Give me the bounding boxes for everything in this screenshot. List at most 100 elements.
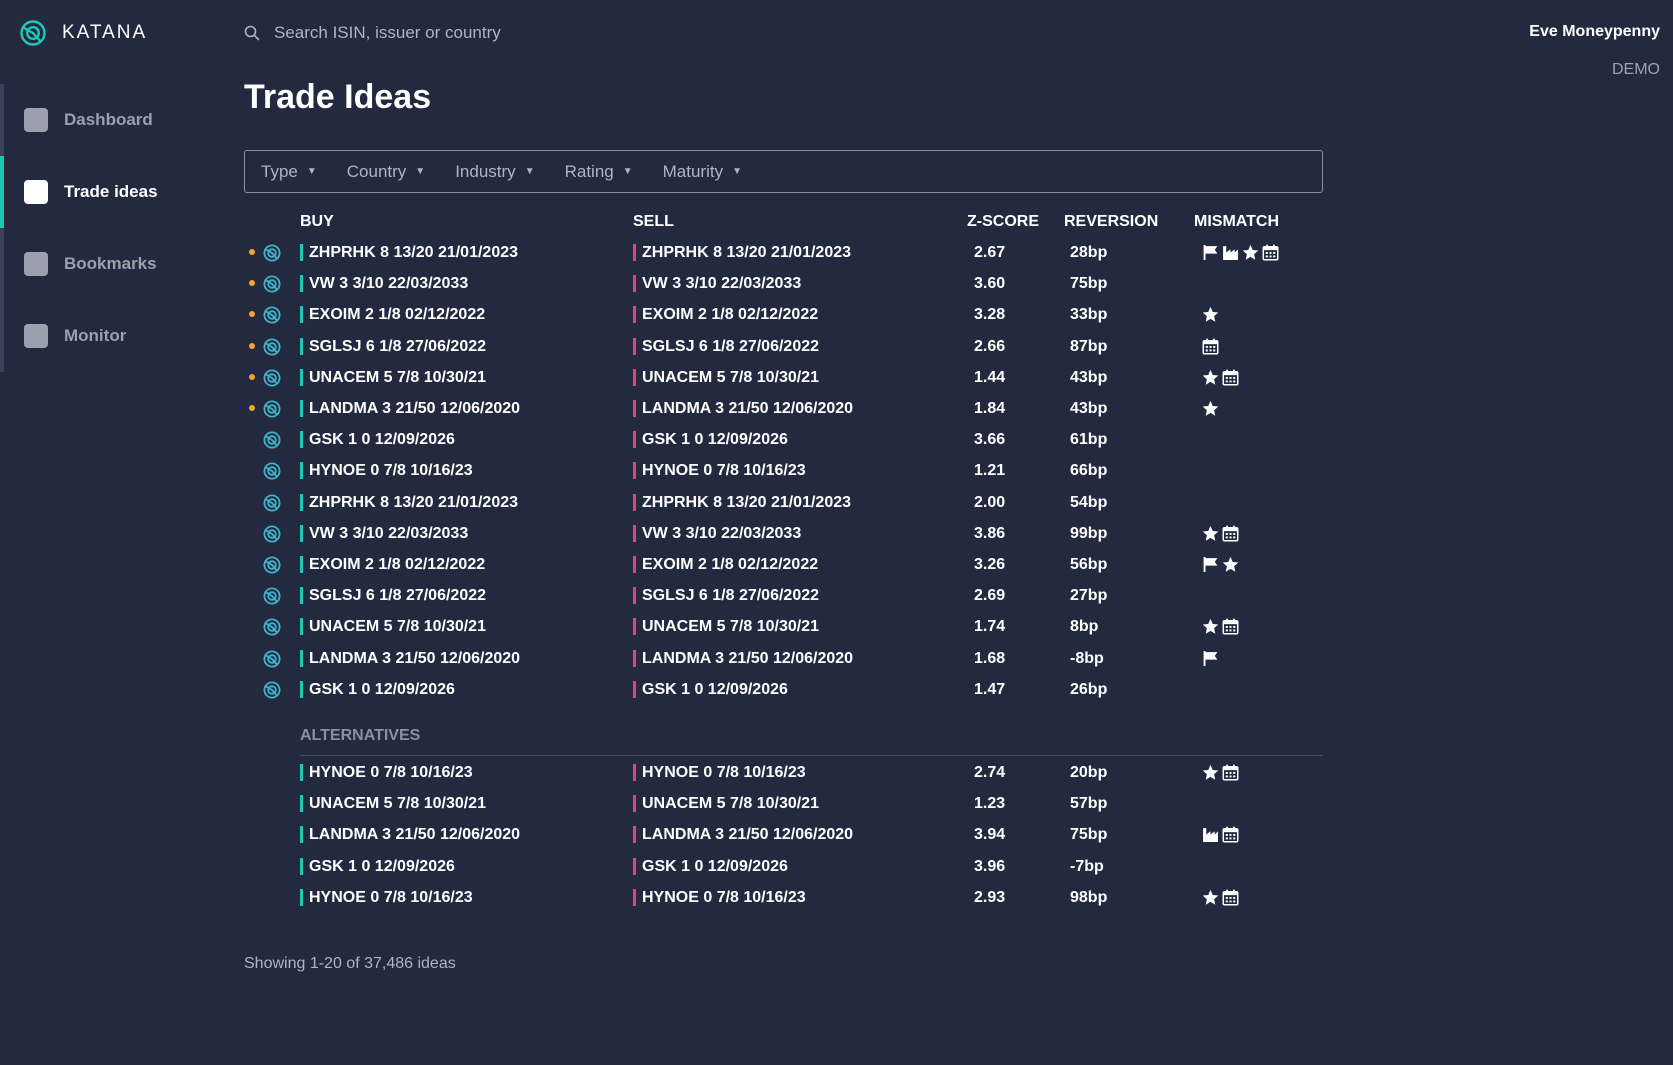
sell-bond[interactable]: SGLSJ 6 1/8 27/06/2022 — [633, 587, 819, 605]
filter-label: Country — [346, 161, 407, 181]
trade-idea-row[interactable]: VW 3 3/10 22/03/2033 VW 3 3/10 22/03/2033… — [244, 268, 1324, 300]
filter-maturity-dropdown[interactable]: Maturity ▼ — [663, 162, 742, 182]
user-name[interactable]: Eve Moneypenny — [1529, 23, 1660, 41]
sidebar-item-label: Dashboard — [64, 110, 153, 129]
page-title: Trade Ideas — [244, 78, 432, 116]
buy-bond[interactable]: SGLSJ 6 1/8 27/06/2022 — [300, 587, 486, 605]
reversion-value: -8bp — [1070, 649, 1104, 667]
trade-idea-row[interactable]: UNACEM 5 7/8 10/30/21 UNACEM 5 7/8 10/30/… — [244, 611, 1324, 643]
trade-idea-row[interactable]: LANDMA 3 21/50 12/06/2020 LANDMA 3 21/50 … — [244, 819, 1324, 851]
sell-bond[interactable]: UNACEM 5 7/8 10/30/21 — [633, 368, 819, 386]
dashboard-icon — [24, 108, 48, 132]
trade-idea-row[interactable]: UNACEM 5 7/8 10/30/21 UNACEM 5 7/8 10/30/… — [244, 788, 1324, 820]
calendar-icon — [1202, 338, 1219, 355]
sell-bond[interactable]: HYNOE 0 7/8 10/16/23 — [633, 888, 806, 906]
trade-idea-row[interactable]: LANDMA 3 21/50 12/06/2020 LANDMA 3 21/50 … — [244, 643, 1324, 675]
buy-bond[interactable]: EXOIM 2 1/8 02/12/2022 — [300, 306, 485, 324]
filter-country-dropdown[interactable]: Country ▼ — [347, 162, 425, 182]
sidebar-item-dashboard[interactable]: Dashboard — [0, 84, 210, 156]
sell-bond[interactable]: SGLSJ 6 1/8 27/06/2022 — [633, 337, 819, 355]
filter-label: Industry — [455, 161, 516, 181]
buy-bond[interactable]: ZHPRHK 8 13/20 21/01/2023 — [300, 244, 518, 261]
buy-bond[interactable]: LANDMA 3 21/50 12/06/2020 — [300, 649, 520, 667]
buy-bond[interactable]: VW 3 3/10 22/03/2033 — [300, 524, 468, 542]
sidebar-item-trade-ideas[interactable]: Trade ideas — [0, 156, 210, 228]
trade-idea-row[interactable]: HYNOE 0 7/8 10/16/23 HYNOE 0 7/8 10/16/23… — [244, 882, 1324, 914]
zscore-value: 1.68 — [974, 649, 1006, 667]
katana-idea-icon — [263, 681, 281, 699]
trade-idea-row[interactable]: VW 3 3/10 22/03/2033 VW 3 3/10 22/03/2033… — [244, 518, 1324, 550]
zscore-value: 1.23 — [974, 795, 1006, 813]
sell-bond[interactable]: EXOIM 2 1/8 02/12/2022 — [633, 306, 818, 324]
sell-bond[interactable]: EXOIM 2 1/8 02/12/2022 — [633, 556, 818, 573]
buy-bond[interactable]: UNACEM 5 7/8 10/30/21 — [300, 618, 486, 636]
buy-bond[interactable]: GSK 1 0 12/09/2026 — [300, 857, 455, 875]
katana-idea-icon — [263, 650, 281, 668]
trade-idea-row[interactable]: ZHPRHK 8 13/20 21/01/2023 ZHPRHK 8 13/20 … — [244, 487, 1324, 519]
reversion-value: 43bp — [1070, 368, 1108, 386]
column-header-zscore: Z-SCORE — [967, 213, 1039, 230]
buy-bond[interactable]: ZHPRHK 8 13/20 21/01/2023 — [300, 493, 518, 511]
buy-bond[interactable]: EXOIM 2 1/8 02/12/2022 — [300, 556, 485, 573]
calendar-icon — [1222, 369, 1239, 386]
zscore-value: 3.60 — [974, 275, 1006, 293]
trade-idea-row[interactable]: GSK 1 0 12/09/2026 GSK 1 0 12/09/2026 3.96… — [244, 851, 1324, 883]
zscore-value: 2.93 — [974, 888, 1006, 906]
buy-bond[interactable]: SGLSJ 6 1/8 27/06/2022 — [300, 337, 486, 355]
katana-idea-icon — [263, 431, 281, 449]
calendar-icon — [1222, 764, 1239, 781]
sell-bond[interactable]: UNACEM 5 7/8 10/30/21 — [633, 618, 819, 636]
sell-bond[interactable]: UNACEM 5 7/8 10/30/21 — [633, 795, 819, 813]
trade-idea-row[interactable]: EXOIM 2 1/8 02/12/2022 EXOIM 2 1/8 02/12/… — [244, 299, 1324, 331]
buy-bond[interactable]: HYNOE 0 7/8 10/16/23 — [300, 764, 473, 781]
trade-idea-row[interactable]: UNACEM 5 7/8 10/30/21 UNACEM 5 7/8 10/30/… — [244, 362, 1324, 394]
buy-bond[interactable]: UNACEM 5 7/8 10/30/21 — [300, 795, 486, 813]
trade-idea-row[interactable]: SGLSJ 6 1/8 27/06/2022 SGLSJ 6 1/8 27/06/… — [244, 331, 1324, 363]
trade-idea-row[interactable]: HYNOE 0 7/8 10/16/23 HYNOE 0 7/8 10/16/23… — [244, 757, 1324, 789]
katana-logo[interactable]: KATANA — [20, 20, 147, 46]
katana-idea-icon — [263, 400, 281, 418]
sell-bond[interactable]: LANDMA 3 21/50 12/06/2020 — [633, 649, 853, 667]
trade-idea-row[interactable]: SGLSJ 6 1/8 27/06/2022 SGLSJ 6 1/8 27/06/… — [244, 580, 1324, 612]
sell-bond[interactable]: LANDMA 3 21/50 12/06/2020 — [633, 826, 853, 844]
sell-bond[interactable]: GSK 1 0 12/09/2026 — [633, 431, 788, 449]
trade-idea-row[interactable]: EXOIM 2 1/8 02/12/2022 EXOIM 2 1/8 02/12/… — [244, 549, 1324, 581]
trade-idea-row[interactable]: GSK 1 0 12/09/2026 GSK 1 0 12/09/2026 1.47… — [244, 674, 1324, 706]
buy-bond[interactable]: HYNOE 0 7/8 10/16/23 — [300, 462, 473, 480]
sell-bond[interactable]: GSK 1 0 12/09/2026 — [633, 680, 788, 698]
buy-bond[interactable]: GSK 1 0 12/09/2026 — [300, 431, 455, 449]
sell-bond[interactable]: GSK 1 0 12/09/2026 — [633, 857, 788, 875]
sell-bond[interactable]: ZHPRHK 8 13/20 21/01/2023 — [633, 244, 851, 261]
buy-bond[interactable]: LANDMA 3 21/50 12/06/2020 — [300, 400, 520, 417]
buy-bond[interactable]: GSK 1 0 12/09/2026 — [300, 680, 455, 698]
sell-bond[interactable]: ZHPRHK 8 13/20 21/01/2023 — [633, 493, 851, 511]
reversion-value: -7bp — [1070, 857, 1104, 875]
buy-bond[interactable]: UNACEM 5 7/8 10/30/21 — [300, 368, 486, 386]
sell-bond[interactable]: VW 3 3/10 22/03/2033 — [633, 524, 801, 542]
search-input[interactable] — [274, 23, 694, 43]
sell-bond[interactable]: HYNOE 0 7/8 10/16/23 — [633, 764, 806, 781]
trade-idea-row[interactable]: ZHPRHK 8 13/20 21/01/2023 ZHPRHK 8 13/20 … — [244, 237, 1324, 269]
reversion-value: 87bp — [1070, 337, 1108, 355]
trade-idea-row[interactable]: LANDMA 3 21/50 12/06/2020 LANDMA 3 21/50 … — [244, 393, 1324, 425]
filter-type-dropdown[interactable]: Type ▼ — [261, 162, 317, 182]
trade-idea-row[interactable]: GSK 1 0 12/09/2026 GSK 1 0 12/09/2026 3.66… — [244, 424, 1324, 456]
buy-bond[interactable]: HYNOE 0 7/8 10/16/23 — [300, 888, 473, 906]
buy-bond[interactable]: VW 3 3/10 22/03/2033 — [300, 275, 468, 293]
caret-down-icon: ▼ — [524, 166, 535, 177]
reversion-value: 61bp — [1070, 431, 1108, 449]
katana-idea-icon — [263, 556, 281, 574]
sidebar-item-bookmarks[interactable]: Bookmarks — [0, 228, 210, 300]
zscore-value: 3.26 — [974, 556, 1006, 573]
trade-ideas-icon — [24, 180, 48, 204]
sell-bond[interactable]: HYNOE 0 7/8 10/16/23 — [633, 462, 806, 480]
sidebar-item-monitor[interactable]: Monitor — [0, 300, 210, 372]
trade-idea-row[interactable]: HYNOE 0 7/8 10/16/23 HYNOE 0 7/8 10/16/23… — [244, 455, 1324, 487]
sell-bond[interactable]: VW 3 3/10 22/03/2033 — [633, 275, 801, 293]
sell-bond[interactable]: LANDMA 3 21/50 12/06/2020 — [633, 400, 853, 417]
filter-rating-dropdown[interactable]: Rating ▼ — [565, 162, 633, 182]
mismatch-icons — [1202, 525, 1242, 542]
filter-industry-dropdown[interactable]: Industry ▼ — [455, 162, 534, 182]
column-header-buy: BUY — [300, 213, 334, 230]
buy-bond[interactable]: LANDMA 3 21/50 12/06/2020 — [300, 826, 520, 844]
